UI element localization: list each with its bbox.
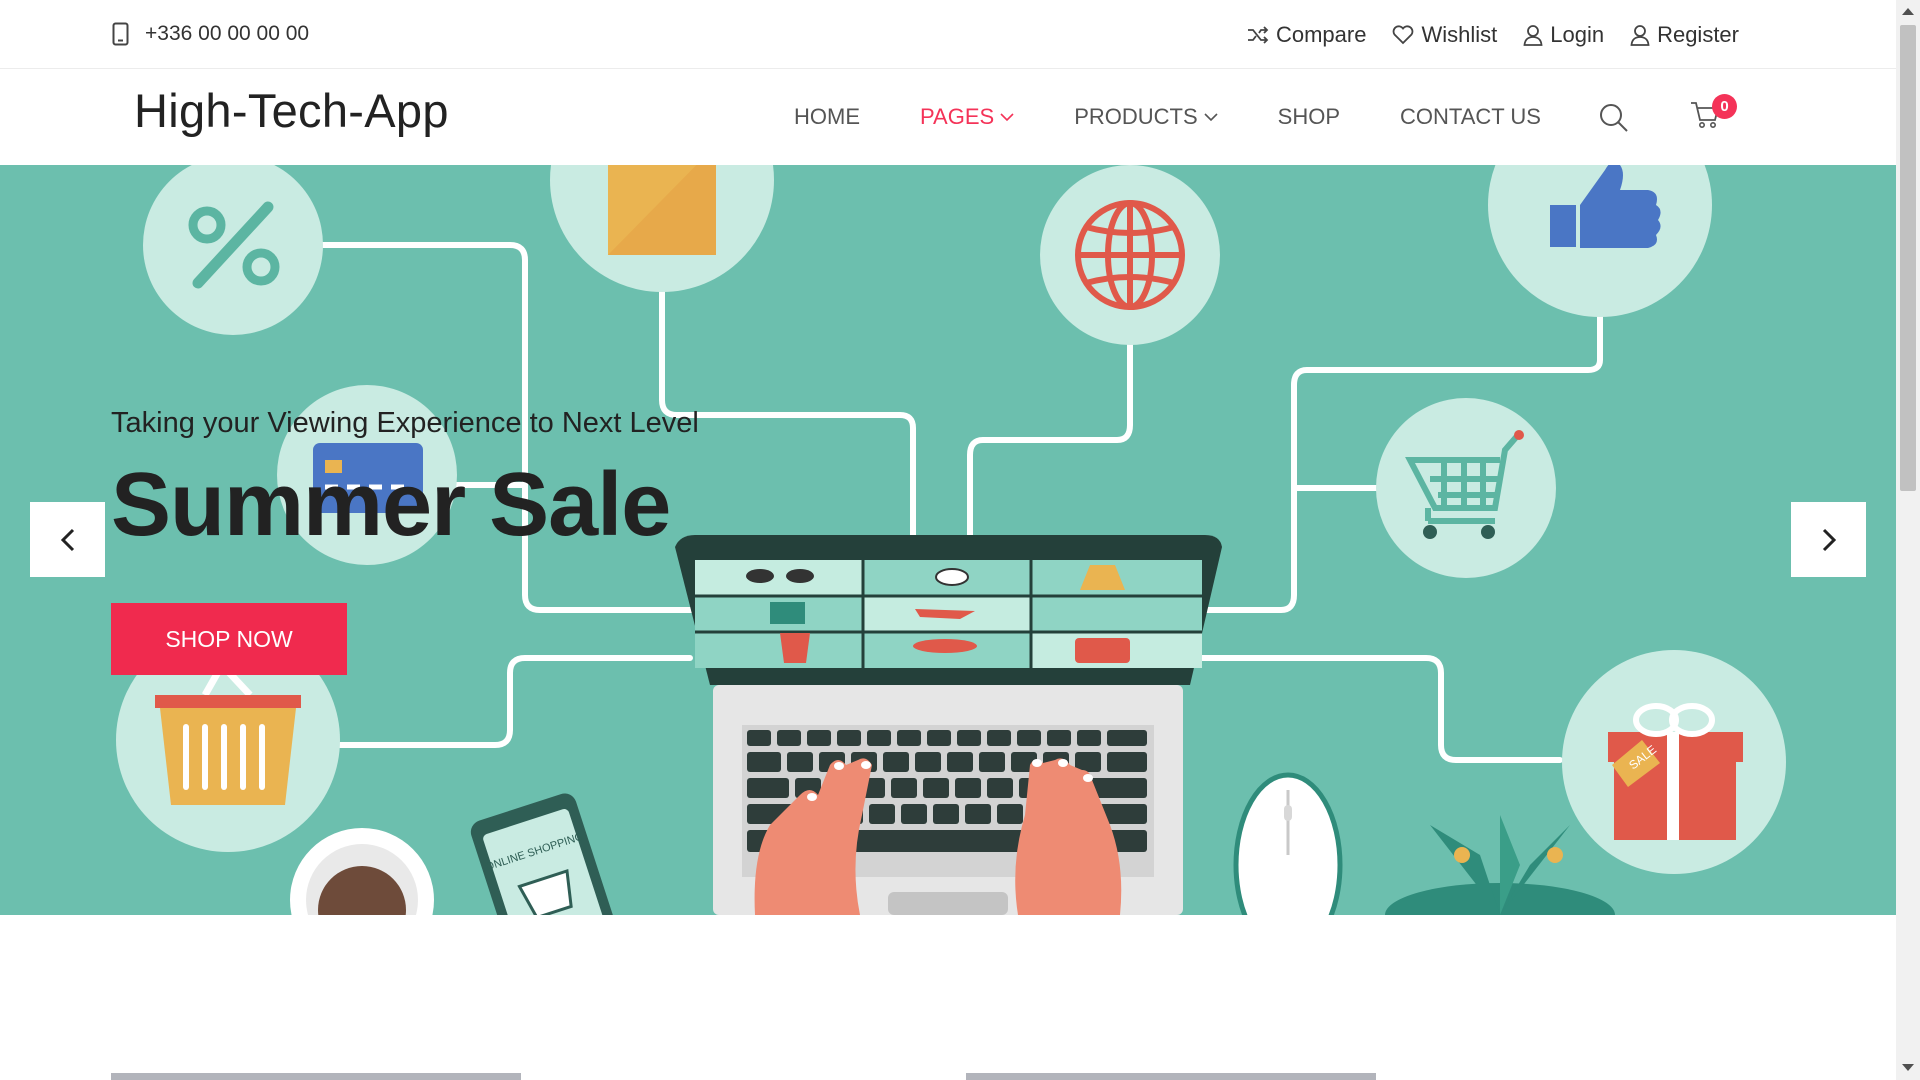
page-scrollbar[interactable] <box>1896 0 1920 1080</box>
page: +336 00 00 00 00 Compare Wishlist Login … <box>0 0 1920 1080</box>
compare-link[interactable]: Compare <box>1247 22 1366 48</box>
chevron-right-icon <box>1822 528 1836 551</box>
scrollbar-thumb[interactable] <box>1900 25 1916 491</box>
nav-shop[interactable]: SHOP <box>1278 104 1340 130</box>
login-link[interactable]: Login <box>1523 22 1604 48</box>
heart-icon <box>1393 25 1414 45</box>
chevron-down-icon <box>1204 113 1218 122</box>
hero-title: Summer Sale <box>111 455 671 555</box>
phone-contact: +336 00 00 00 00 <box>112 22 309 46</box>
register-label: Register <box>1657 22 1739 47</box>
nav-products[interactable]: PRODUCTS <box>1074 104 1218 130</box>
chevron-left-icon <box>60 528 74 551</box>
chevron-down-icon <box>1000 113 1014 122</box>
login-label: Login <box>1550 22 1605 47</box>
scroll-down-arrow-icon[interactable] <box>1902 1064 1914 1071</box>
search-button[interactable] <box>1598 102 1630 139</box>
hero-slider: SALE ONLINE SHOPPING Taking your Viewing… <box>0 165 1896 915</box>
scroll-up-arrow-icon[interactable] <box>1902 8 1914 15</box>
main-nav: HOME PAGES PRODUCTS SHOP CONTACT US <box>794 104 1601 130</box>
compare-label: Compare <box>1275 22 1367 47</box>
top-bar: +336 00 00 00 00 Compare Wishlist Login … <box>0 0 1896 69</box>
section-card-top-left <box>111 1073 521 1080</box>
site-logo[interactable]: High-Tech-App <box>134 83 449 138</box>
nav-contact-us[interactable]: CONTACT US <box>1400 104 1541 130</box>
cart-button[interactable]: 0 <box>1690 94 1737 135</box>
wishlist-link[interactable]: Wishlist <box>1392 22 1497 48</box>
hero-text: Taking your Viewing Experience to Next L… <box>111 407 699 557</box>
account-links: Compare Wishlist Login Register <box>1247 22 1739 48</box>
hero-subtitle: Taking your Viewing Experience to Next L… <box>111 407 699 439</box>
shop-now-button[interactable]: SHOP NOW <box>111 603 347 675</box>
nav-home[interactable]: HOME <box>794 104 860 130</box>
register-link[interactable]: Register <box>1630 22 1739 48</box>
shuffle-icon <box>1247 26 1269 44</box>
nav-products-label: PRODUCTS <box>1074 104 1198 129</box>
slider-next-button[interactable] <box>1791 502 1866 577</box>
search-icon <box>1600 104 1628 132</box>
wishlist-label: Wishlist <box>1421 22 1498 47</box>
user-icon <box>1630 25 1650 46</box>
user-icon <box>1523 25 1543 46</box>
nav-contact-label: CONTACT US <box>1400 104 1541 129</box>
slider-prev-button[interactable] <box>30 502 105 577</box>
nav-home-label: HOME <box>794 104 860 129</box>
phone-number: +336 00 00 00 00 <box>145 22 310 45</box>
nav-pages-label: PAGES <box>920 104 995 129</box>
cart-count-badge: 0 <box>1712 94 1737 119</box>
nav-shop-label: SHOP <box>1277 104 1340 129</box>
mobile-phone-icon <box>112 22 129 46</box>
main-header: High-Tech-App HOME PAGES PRODUCTS SHOP C… <box>0 70 1896 165</box>
section-card-top-right <box>966 1073 1376 1080</box>
nav-pages[interactable]: PAGES <box>920 104 1014 130</box>
